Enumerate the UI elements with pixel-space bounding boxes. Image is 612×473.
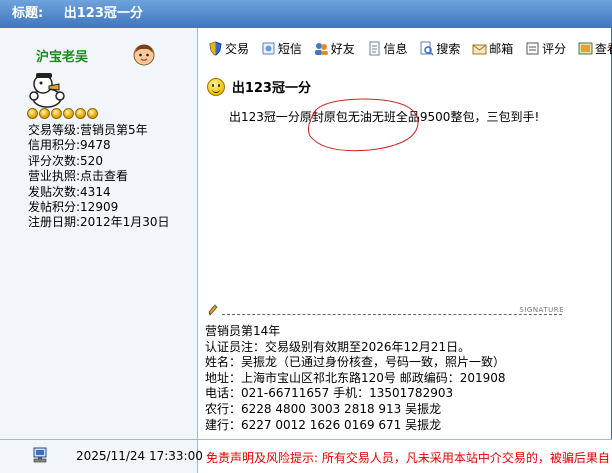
star-icon bbox=[87, 108, 98, 119]
shield-icon bbox=[209, 41, 222, 56]
star-icon bbox=[63, 108, 74, 119]
stat-row: 营业执照:点击查看 bbox=[28, 169, 170, 184]
stat-label: 信用积分: bbox=[28, 138, 81, 153]
stat-label: 评分次数: bbox=[28, 153, 81, 168]
signature-line-text: 认证员注：交易级别有效期至2026年12月21日。 bbox=[205, 339, 471, 354]
signature-line-text: 建行：6227 0012 1626 0169 671 吴振龙 bbox=[205, 417, 442, 432]
rating-icon bbox=[526, 42, 539, 55]
signature-line-text: 农行：6228 4800 3003 2818 913 吴振龙 bbox=[205, 401, 442, 416]
toolbar-label: 搜索 bbox=[436, 42, 461, 56]
smiley-icon bbox=[207, 77, 225, 96]
post-title-row: 出123冠一分 bbox=[207, 77, 311, 99]
mail-icon bbox=[472, 44, 487, 55]
message-icon bbox=[262, 42, 275, 55]
stat-row: 信用积分:9478 bbox=[28, 138, 170, 153]
star-icon bbox=[75, 108, 86, 119]
search-button[interactable]: 搜索 bbox=[419, 40, 460, 57]
post-toolbar: 交易 短信 好友 信息 搜索 邮箱 评分 查看 富 bbox=[208, 40, 612, 60]
star-icon bbox=[51, 108, 62, 119]
stat-value: 4314 bbox=[80, 184, 111, 199]
stat-value: 520 bbox=[80, 153, 103, 168]
title-bar: 标题: 出123冠一分 bbox=[0, 0, 612, 28]
signature-line-text: 电话：021-66711657 手机：13501782903 bbox=[205, 386, 454, 401]
friends-button[interactable]: 好友 bbox=[314, 40, 355, 57]
user-panel: 沪宝老吴 交易等级:营销员第5年 信用积分:9478 评分次数:520 营业执照… bbox=[0, 28, 198, 439]
message-button[interactable]: 短信 bbox=[261, 40, 302, 57]
trade-button[interactable]: 交易 bbox=[208, 40, 249, 57]
info-icon bbox=[369, 41, 380, 56]
signature-block: 营销员第14年 认证员注：交易级别有效期至2026年12月21日。 姓名：吴振龙… bbox=[205, 324, 506, 433]
signature-line bbox=[222, 314, 562, 315]
stat-row: 交易等级:营销员第5年 bbox=[28, 123, 170, 138]
stat-row: 评分次数:520 bbox=[28, 154, 170, 169]
signature-line-text: 营销员第14年 bbox=[205, 324, 281, 338]
stat-value: 营销员第5年 bbox=[80, 123, 148, 137]
stat-label: 营业执照: bbox=[28, 169, 81, 184]
footer-left: 2025/11/24 17:33:00 bbox=[0, 440, 203, 473]
stat-label: 注册日期: bbox=[28, 215, 81, 230]
search-icon bbox=[420, 41, 434, 56]
mascot-icon bbox=[29, 73, 65, 108]
info-button[interactable]: 信息 bbox=[367, 40, 408, 57]
star-icon bbox=[27, 108, 38, 119]
star-icon bbox=[39, 108, 50, 119]
view-button[interactable]: 查看 bbox=[578, 40, 612, 57]
toolbar-label: 查看 bbox=[594, 42, 612, 56]
stat-value: 9478 bbox=[80, 138, 111, 153]
toolbar-label: 信息 bbox=[383, 42, 408, 56]
rating-stars bbox=[27, 108, 99, 120]
post-title: 出123冠一分 bbox=[231, 81, 311, 96]
toolbar-label: 短信 bbox=[277, 42, 302, 56]
stat-value: 12909 bbox=[80, 200, 119, 215]
rating-button[interactable]: 评分 bbox=[525, 40, 566, 57]
stat-row: 发帖积分:12909 bbox=[28, 200, 170, 215]
disclaimer-text: 免责声明及风险提示: 所有交易人员，凡未采用本站中介交易的，被骗后果自负 bbox=[206, 451, 610, 465]
stat-value: 2012年1月30日 bbox=[80, 215, 170, 230]
toolbar-label: 评分 bbox=[542, 42, 567, 56]
username-link[interactable]: 沪宝老吴 bbox=[36, 46, 88, 65]
avatar-icon[interactable] bbox=[132, 42, 156, 66]
title-label: 标题: bbox=[12, 6, 44, 21]
toolbar-label: 好友 bbox=[330, 42, 355, 56]
stat-label: 发贴次数: bbox=[28, 184, 81, 199]
annotation-circle bbox=[308, 98, 419, 152]
computer-icon bbox=[33, 447, 47, 463]
user-stats: 交易等级:营销员第5年 信用积分:9478 评分次数:520 营业执照:点击查看… bbox=[28, 123, 170, 231]
stat-label: 交易等级: bbox=[28, 123, 81, 137]
post-timestamp: 2025/11/24 17:33:00 bbox=[76, 449, 203, 463]
friends-icon bbox=[314, 43, 328, 55]
license-link[interactable]: 点击查看 bbox=[80, 169, 128, 183]
stat-row: 发贴次数:4314 bbox=[28, 185, 170, 200]
stat-row: 注册日期:2012年1月30日 bbox=[28, 215, 170, 230]
stat-label: 发帖积分: bbox=[28, 200, 81, 215]
post-header-title: 出123冠一分 bbox=[63, 6, 143, 21]
mail-button[interactable]: 邮箱 bbox=[472, 40, 513, 57]
signature-line-text: 姓名：吴振龙（已通过身份核查，号码一致，照片一致） bbox=[205, 355, 506, 370]
pencil-icon bbox=[208, 304, 218, 316]
toolbar-label: 邮箱 bbox=[489, 42, 514, 56]
toolbar-label: 交易 bbox=[225, 42, 250, 56]
view-icon bbox=[578, 42, 593, 55]
post-footer: 2025/11/24 17:33:00 免责声明及风险提示: 所有交易人员，凡未… bbox=[0, 439, 612, 473]
signature-line-text: 地址：上海市宝山区祁北东路120号 邮政编码：201908 bbox=[205, 370, 506, 385]
signature-tag: SIGNATURE bbox=[517, 306, 566, 314]
